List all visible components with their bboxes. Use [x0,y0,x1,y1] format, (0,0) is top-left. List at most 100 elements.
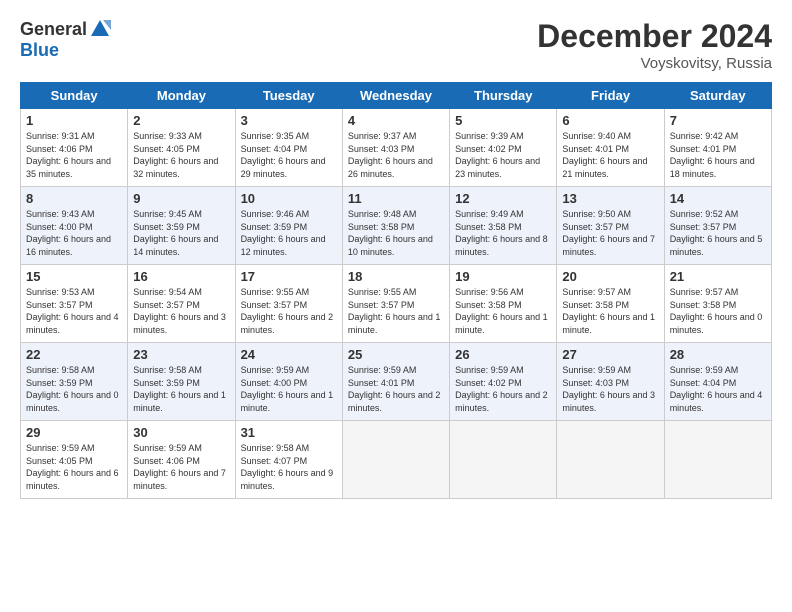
day-number: 15 [26,269,122,284]
day-info: Sunrise: 9:59 AMSunset: 4:00 PMDaylight:… [241,364,337,414]
day-info: Sunrise: 9:46 AMSunset: 3:59 PMDaylight:… [241,208,337,258]
day-number: 1 [26,113,122,128]
table-row: 4 Sunrise: 9:37 AMSunset: 4:03 PMDaylight… [342,109,449,187]
title-block: December 2024 Voyskovitsy, Russia [537,18,772,72]
table-row: 5Sunrise: 9:39 AMSunset: 4:02 PMDaylight… [450,109,557,187]
logo: General Blue [20,18,111,61]
day-info: Sunrise: 9:59 AMSunset: 4:02 PMDaylight:… [455,364,551,414]
day-number: 17 [241,269,337,284]
table-row: 1 Sunrise: 9:31 AMSunset: 4:06 PMDaylight… [21,109,128,187]
table-row: 10 Sunrise: 9:46 AMSunset: 3:59 PMDayligh… [235,187,342,265]
day-info: Sunrise: 9:39 AMSunset: 4:02 PMDaylight:… [455,130,551,180]
day-info: Sunrise: 9:59 AMSunset: 4:01 PMDaylight:… [348,364,444,414]
day-info: Sunrise: 9:37 AMSunset: 4:03 PMDaylight:… [348,130,444,180]
day-info: Sunrise: 9:55 AMSunset: 3:57 PMDaylight:… [348,286,444,336]
table-row: 14 Sunrise: 9:52 AMSunset: 3:57 PMDayligh… [664,187,771,265]
table-row: 28 Sunrise: 9:59 AMSunset: 4:04 PMDayligh… [664,343,771,421]
day-info: Sunrise: 9:40 AMSunset: 4:01 PMDaylight:… [562,130,658,180]
day-number: 22 [26,347,122,362]
table-row: 11 Sunrise: 9:48 AMSunset: 3:58 PMDayligh… [342,187,449,265]
day-info: Sunrise: 9:58 AMSunset: 3:59 PMDaylight:… [26,364,122,414]
table-row: 17 Sunrise: 9:55 AMSunset: 3:57 PMDayligh… [235,265,342,343]
col-sunday: Sunday [21,83,128,109]
day-number: 10 [241,191,337,206]
day-number: 2 [133,113,229,128]
day-info: Sunrise: 9:55 AMSunset: 3:57 PMDaylight:… [241,286,337,336]
day-info: Sunrise: 9:50 AMSunset: 3:57 PMDaylight:… [562,208,658,258]
table-row: 23 Sunrise: 9:58 AMSunset: 3:59 PMDayligh… [128,343,235,421]
day-info: Sunrise: 9:45 AMSunset: 3:59 PMDaylight:… [133,208,229,258]
table-row: 22 Sunrise: 9:58 AMSunset: 3:59 PMDayligh… [21,343,128,421]
day-info: Sunrise: 9:52 AMSunset: 3:57 PMDaylight:… [670,208,766,258]
day-info: Sunrise: 9:48 AMSunset: 3:58 PMDaylight:… [348,208,444,258]
table-row [450,421,557,499]
day-number: 29 [26,425,122,440]
table-row: 6Sunrise: 9:40 AMSunset: 4:01 PMDaylight… [557,109,664,187]
calendar-week-2: 8 Sunrise: 9:43 AMSunset: 4:00 PMDaylight… [21,187,772,265]
day-number: 7 [670,113,766,128]
day-number: 30 [133,425,229,440]
table-row: 18 Sunrise: 9:55 AMSunset: 3:57 PMDayligh… [342,265,449,343]
day-number: 14 [670,191,766,206]
table-row: 29 Sunrise: 9:59 AMSunset: 4:05 PMDayligh… [21,421,128,499]
calendar: Sunday Monday Tuesday Wednesday Thursday… [20,82,772,499]
calendar-week-3: 15 Sunrise: 9:53 AMSunset: 3:57 PMDayligh… [21,265,772,343]
day-number: 24 [241,347,337,362]
col-thursday: Thursday [450,83,557,109]
col-wednesday: Wednesday [342,83,449,109]
day-info: Sunrise: 9:53 AMSunset: 3:57 PMDaylight:… [26,286,122,336]
day-info: Sunrise: 9:31 AMSunset: 4:06 PMDaylight:… [26,130,122,180]
day-info: Sunrise: 9:43 AMSunset: 4:00 PMDaylight:… [26,208,122,258]
day-number: 12 [455,191,551,206]
day-number: 11 [348,191,444,206]
day-number: 13 [562,191,658,206]
day-number: 27 [562,347,658,362]
day-number: 8 [26,191,122,206]
col-friday: Friday [557,83,664,109]
day-info: Sunrise: 9:56 AMSunset: 3:58 PMDaylight:… [455,286,551,336]
calendar-header-row: Sunday Monday Tuesday Wednesday Thursday… [21,83,772,109]
logo-icon [89,18,111,40]
table-row: 13 Sunrise: 9:50 AMSunset: 3:57 PMDayligh… [557,187,664,265]
table-row [664,421,771,499]
table-row: 31Sunrise: 9:58 AMSunset: 4:07 PMDayligh… [235,421,342,499]
day-number: 19 [455,269,551,284]
day-number: 4 [348,113,444,128]
day-number: 9 [133,191,229,206]
day-number: 20 [562,269,658,284]
day-info: Sunrise: 9:57 AMSunset: 3:58 PMDaylight:… [670,286,766,336]
calendar-week-4: 22 Sunrise: 9:58 AMSunset: 3:59 PMDayligh… [21,343,772,421]
day-info: Sunrise: 9:54 AMSunset: 3:57 PMDaylight:… [133,286,229,336]
day-number: 28 [670,347,766,362]
day-number: 23 [133,347,229,362]
col-tuesday: Tuesday [235,83,342,109]
day-info: Sunrise: 9:58 AMSunset: 3:59 PMDaylight:… [133,364,229,414]
month-title: December 2024 [537,18,772,55]
day-number: 26 [455,347,551,362]
day-number: 3 [241,113,337,128]
page: General Blue December 2024 Voyskovitsy, … [0,0,792,612]
day-info: Sunrise: 9:59 AMSunset: 4:04 PMDaylight:… [670,364,766,414]
day-info: Sunrise: 9:59 AMSunset: 4:06 PMDaylight:… [133,442,229,492]
table-row: 26 Sunrise: 9:59 AMSunset: 4:02 PMDayligh… [450,343,557,421]
day-info: Sunrise: 9:59 AMSunset: 4:05 PMDaylight:… [26,442,122,492]
table-row: 8 Sunrise: 9:43 AMSunset: 4:00 PMDaylight… [21,187,128,265]
table-row: 2Sunrise: 9:33 AMSunset: 4:05 PMDaylight… [128,109,235,187]
table-row: 7Sunrise: 9:42 AMSunset: 4:01 PMDaylight… [664,109,771,187]
location: Voyskovitsy, Russia [537,55,772,72]
table-row: 27 Sunrise: 9:59 AMSunset: 4:03 PMDayligh… [557,343,664,421]
table-row [342,421,449,499]
table-row: 21 Sunrise: 9:57 AMSunset: 3:58 PMDayligh… [664,265,771,343]
day-info: Sunrise: 9:59 AMSunset: 4:03 PMDaylight:… [562,364,658,414]
day-info: Sunrise: 9:49 AMSunset: 3:58 PMDaylight:… [455,208,551,258]
header: General Blue December 2024 Voyskovitsy, … [20,18,772,72]
day-number: 21 [670,269,766,284]
day-number: 16 [133,269,229,284]
logo-blue-text: Blue [20,40,59,61]
table-row: 9 Sunrise: 9:45 AMSunset: 3:59 PMDaylight… [128,187,235,265]
day-info: Sunrise: 9:35 AMSunset: 4:04 PMDaylight:… [241,130,337,180]
logo-general-text: General [20,19,87,40]
table-row: 12 Sunrise: 9:49 AMSunset: 3:58 PMDayligh… [450,187,557,265]
day-number: 18 [348,269,444,284]
calendar-week-1: 1 Sunrise: 9:31 AMSunset: 4:06 PMDaylight… [21,109,772,187]
